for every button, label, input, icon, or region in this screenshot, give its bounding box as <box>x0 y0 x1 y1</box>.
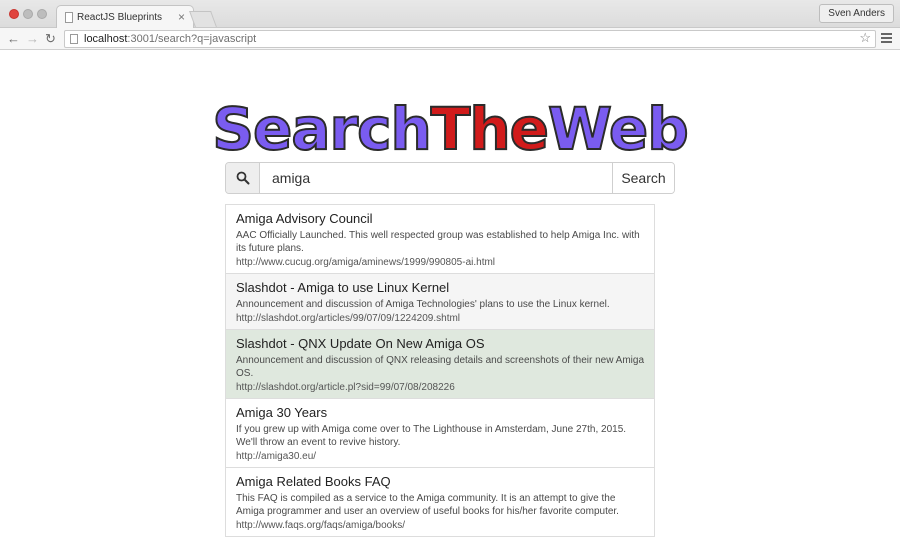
result-url[interactable]: http://slashdot.org/article.pl?sid=99/07… <box>236 381 644 394</box>
results-list: Amiga Advisory Council AAC Officially La… <box>225 204 655 537</box>
search-the-web-logo: SearchTheWeb <box>0 90 900 168</box>
result-item[interactable]: Amiga Advisory Council AAC Officially La… <box>226 205 654 274</box>
result-url[interactable]: http://slashdot.org/articles/99/07/09/12… <box>236 312 644 325</box>
result-title[interactable]: Slashdot - Amiga to use Linux Kernel <box>236 279 644 296</box>
result-description: Announcement and discussion of Amiga Tec… <box>236 299 610 310</box>
logo-part-web: Web <box>547 94 690 164</box>
browser-titlebar: ReactJS Blueprints × Sven Anders <box>0 0 900 29</box>
result-description: AAC Officially Launched. This well respe… <box>236 230 640 254</box>
page-icon <box>70 34 78 44</box>
new-tab-button[interactable] <box>189 11 217 27</box>
browser-tab[interactable]: ReactJS Blueprints × <box>56 5 194 29</box>
address-bar[interactable]: localhost:3001/search?q=javascript ☆ <box>64 30 876 48</box>
url-text: localhost:3001/search?q=javascript <box>84 31 256 47</box>
profile-button[interactable]: Sven Anders <box>819 4 894 23</box>
search-icon <box>236 171 250 185</box>
search-input[interactable] <box>260 163 614 193</box>
result-url[interactable]: http://www.faqs.org/faqs/amiga/books/ <box>236 519 644 532</box>
search-form: Search <box>225 162 675 194</box>
result-description: If you grew up with Amiga come over to T… <box>236 424 627 448</box>
result-title[interactable]: Amiga Advisory Council <box>236 210 644 227</box>
result-item[interactable]: Amiga Related Books FAQ This FAQ is comp… <box>226 468 654 537</box>
logo-part-search: Search <box>211 94 433 164</box>
logo-part-the: The <box>430 94 550 164</box>
result-title[interactable]: Amiga Related Books FAQ <box>236 473 644 490</box>
result-description: This FAQ is compiled as a service to the… <box>236 493 619 517</box>
result-item[interactable]: Slashdot - Amiga to use Linux Kernel Ann… <box>226 274 654 330</box>
window-close-button[interactable] <box>9 9 19 19</box>
tab-title: ReactJS Blueprints <box>77 12 163 23</box>
search-button[interactable]: Search <box>612 163 674 193</box>
bookmark-star-icon[interactable]: ☆ <box>859 30 871 46</box>
url-host: localhost <box>84 33 128 45</box>
result-item-selected[interactable]: Slashdot - QNX Update On New Amiga OS An… <box>226 330 654 399</box>
browser-toolbar: ← → ↻ localhost:3001/search?q=javascript… <box>0 28 900 50</box>
result-item[interactable]: Amiga 30 Years If you grew up with Amiga… <box>226 399 654 468</box>
hamburger-menu-icon[interactable] <box>881 33 892 44</box>
tab-close-icon[interactable]: × <box>178 10 185 24</box>
result-url[interactable]: http://www.cucug.org/amiga/aminews/1999/… <box>236 256 644 269</box>
forward-arrow-icon[interactable]: → <box>26 31 39 47</box>
url-path: :3001/search?q=javascript <box>127 33 257 45</box>
reload-icon[interactable]: ↻ <box>45 31 56 47</box>
page-icon <box>65 12 73 23</box>
window-minimize-button[interactable] <box>23 9 33 19</box>
back-arrow-icon[interactable]: ← <box>7 31 20 47</box>
result-title[interactable]: Amiga 30 Years <box>236 404 644 421</box>
search-addon <box>226 163 260 193</box>
window-maximize-button[interactable] <box>37 9 47 19</box>
result-description: Announcement and discussion of QNX relea… <box>236 355 645 379</box>
result-title[interactable]: Slashdot - QNX Update On New Amiga OS <box>236 335 644 352</box>
result-url[interactable]: http://amiga30.eu/ <box>236 450 644 463</box>
